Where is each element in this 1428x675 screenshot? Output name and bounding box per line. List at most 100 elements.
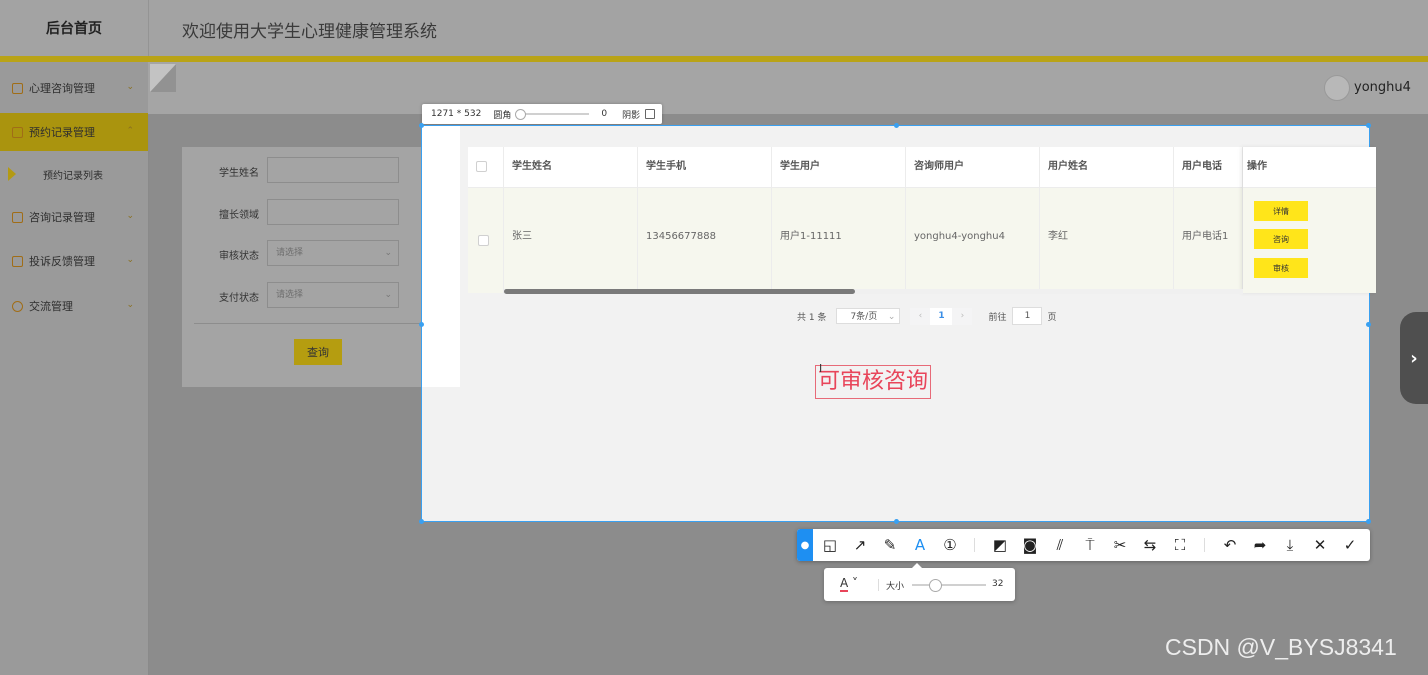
- data-table: 学生姓名 学生手机 学生用户 咨询师用户 用户姓名 用户电话 张三 134566…: [468, 147, 1376, 294]
- header-operations: 操作: [1243, 147, 1376, 187]
- side-expand-button[interactable]: ›: [1400, 312, 1428, 404]
- sidebar-item-consult-mgmt[interactable]: 心理咨询管理 ⌄: [0, 69, 148, 107]
- corner-radius-value: 0: [601, 109, 608, 119]
- panel-pointer: [912, 563, 922, 568]
- cell-user-phone: 用户电话1: [1174, 188, 1243, 293]
- review-button[interactable]: 审核: [1254, 258, 1308, 278]
- page-number-current[interactable]: 1: [930, 307, 953, 325]
- pay-status-select[interactable]: 请选择 ⌄: [267, 282, 399, 308]
- menu-icon: [12, 211, 23, 223]
- scissors-icon[interactable]: ✂: [1106, 529, 1134, 561]
- resize-handle[interactable]: [894, 123, 899, 128]
- review-status-placeholder: 请选择: [276, 248, 304, 258]
- sidebar-item-label: 投诉反馈管理: [29, 255, 95, 268]
- resize-handle[interactable]: [419, 123, 424, 128]
- sidebar-item-exchange-mgmt[interactable]: 交流管理 ⌄: [0, 287, 148, 325]
- undo-icon[interactable]: ↶: [1216, 529, 1244, 561]
- pin-toolbar-icon[interactable]: ●: [797, 529, 813, 561]
- download-icon[interactable]: ⤓: [1276, 529, 1304, 561]
- capture-size-text: 1271 * 532: [431, 109, 482, 119]
- header-student-phone: 学生手机: [638, 147, 772, 187]
- cell-student-phone: 13456677888: [638, 188, 772, 293]
- page-size-select[interactable]: 7条/页 ⌄: [836, 308, 901, 324]
- left-panel-fragment: [422, 126, 460, 387]
- arrow-tool-icon[interactable]: ↗: [846, 529, 874, 561]
- review-status-select[interactable]: 请选择 ⌄: [267, 240, 399, 266]
- prev-page-button[interactable]: ‹: [910, 307, 931, 325]
- resize-handle[interactable]: [1366, 322, 1371, 327]
- sidebar-item-appointment-mgmt[interactable]: 预约记录管理 ⌃: [0, 113, 148, 151]
- font-color-picker[interactable]: A ˅: [840, 576, 858, 592]
- sidebar-item-consult-record-mgmt[interactable]: 咨询记录管理 ⌄: [0, 198, 148, 236]
- chevron-up-icon: ⌃: [126, 126, 134, 136]
- ocr-icon[interactable]: ⛶: [1166, 529, 1194, 561]
- table-row[interactable]: 张三 13456677888 用户1-11111 yonghu4-yonghu4…: [468, 188, 1376, 293]
- pay-status-label: 支付状态: [219, 293, 259, 304]
- slider-knob[interactable]: [515, 109, 527, 120]
- annotation-text-box[interactable]: 可审核咨询: [815, 365, 932, 399]
- cell-student-user: 用户1-11111: [772, 188, 906, 293]
- sidebar-item-label: 心理咨询管理: [29, 82, 95, 95]
- form-divider: [194, 323, 422, 324]
- header-user-phone: 用户电话: [1174, 147, 1243, 187]
- review-status-label: 审核状态: [219, 251, 259, 262]
- mosaic-tool-icon[interactable]: ◩: [986, 529, 1014, 561]
- student-name-label: 学生姓名: [219, 168, 259, 179]
- text-tool-icon[interactable]: A: [906, 529, 934, 561]
- pagination: 共 1 条 7条/页 ⌄ ‹ 1 › 前往 1 页: [797, 307, 1056, 325]
- operations-cell: 详情 咨询 审核: [1243, 188, 1376, 293]
- pen-tool-icon[interactable]: ✎: [876, 529, 904, 561]
- chevron-right-icon: ›: [1410, 347, 1418, 369]
- highlight-box-icon[interactable]: ◙: [1016, 529, 1044, 561]
- pay-status-placeholder: 请选择: [276, 290, 304, 300]
- sidebar-item-label: 预约记录管理: [29, 126, 95, 139]
- username[interactable]: yonghu4: [1354, 80, 1411, 95]
- home-link[interactable]: 后台首页: [0, 0, 149, 56]
- goto-page-input[interactable]: 1: [1012, 307, 1043, 325]
- shape-tool-icon[interactable]: ◱: [816, 529, 844, 561]
- capture-selection[interactable]: 学生姓名 学生手机 学生用户 咨询师用户 用户姓名 用户电话 张三 134566…: [419, 123, 1376, 524]
- sidebar-item-label: 咨询记录管理: [29, 211, 95, 224]
- watermark: CSDN @V_BYSJ8341: [1165, 634, 1397, 660]
- row-checkbox-cell: [468, 188, 504, 293]
- corner-radius-slider[interactable]: [515, 109, 590, 120]
- number-tool-icon[interactable]: ①: [936, 529, 964, 561]
- toolbar-divider: [1204, 538, 1205, 552]
- sidebar-subitem-appointment-list[interactable]: 预约记录列表: [0, 154, 148, 194]
- resize-handle[interactable]: [419, 322, 424, 327]
- shadow-checkbox[interactable]: [645, 109, 656, 119]
- pin-to-screen-icon[interactable]: ⍑: [1076, 529, 1104, 561]
- font-size-slider[interactable]: [912, 579, 986, 592]
- next-page-button[interactable]: ›: [952, 307, 973, 325]
- header-student-name: 学生姓名: [504, 147, 638, 187]
- cell-counselor-user: yonghu4-yonghu4: [906, 188, 1040, 293]
- close-icon[interactable]: ✕: [1306, 529, 1334, 561]
- query-button[interactable]: 查询: [294, 339, 342, 365]
- student-name-input[interactable]: [267, 157, 399, 183]
- sidebar-subitem-label: 预约记录列表: [43, 170, 103, 182]
- resize-handle[interactable]: [894, 519, 899, 524]
- detail-button[interactable]: 详情: [1254, 201, 1308, 221]
- row-checkbox[interactable]: [478, 235, 489, 246]
- system-title: 欢迎使用大学生心理健康管理系统: [182, 22, 437, 42]
- horizontal-scrollbar[interactable]: [504, 289, 1243, 294]
- chevron-down-icon: ⌄: [126, 300, 134, 310]
- sidebar-item-complaint-mgmt[interactable]: 投诉反馈管理 ⌄: [0, 242, 148, 280]
- share-icon[interactable]: ➦: [1246, 529, 1274, 561]
- goto-suffix: 页: [1047, 312, 1057, 323]
- resize-handle[interactable]: [1366, 123, 1371, 128]
- sidebar-item-label: 交流管理: [29, 300, 73, 313]
- resize-handle[interactable]: [419, 519, 424, 524]
- confirm-icon[interactable]: ✓: [1336, 529, 1364, 561]
- panel-divider: [878, 579, 879, 591]
- consult-button[interactable]: 咨询: [1254, 229, 1308, 249]
- specialty-label: 擅长领域: [219, 210, 259, 221]
- blur-tool-icon[interactable]: ⫽: [1046, 529, 1074, 561]
- resize-handle[interactable]: [1366, 519, 1371, 524]
- slider-knob[interactable]: [929, 579, 942, 592]
- translate-icon[interactable]: ⇆: [1136, 529, 1164, 561]
- scrollbar-thumb[interactable]: [504, 289, 855, 294]
- avatar[interactable]: [1324, 75, 1350, 101]
- specialty-input[interactable]: [267, 199, 399, 225]
- select-all-checkbox[interactable]: [476, 161, 487, 172]
